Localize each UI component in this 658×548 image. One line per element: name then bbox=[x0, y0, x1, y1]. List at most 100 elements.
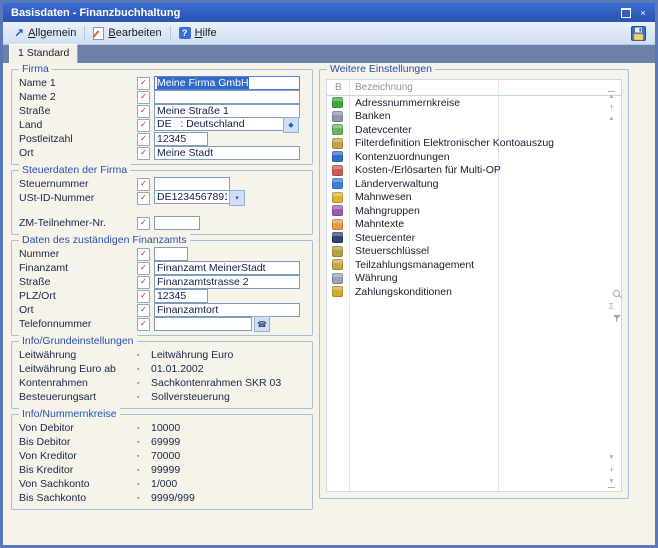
field-check-icon[interactable]: ✓ bbox=[137, 105, 150, 118]
filter-definition-icon bbox=[332, 138, 343, 149]
info-row: Bis Debitor ▪ 69999 bbox=[19, 435, 305, 449]
field-check-icon[interactable]: ✓ bbox=[137, 276, 150, 289]
tab-standard[interactable]: 1 Standard bbox=[9, 44, 78, 63]
info-label: Von Kreditor bbox=[19, 450, 137, 462]
list-item[interactable]: Steuercenter bbox=[327, 231, 621, 245]
tax-center-icon bbox=[332, 232, 343, 243]
list-item[interactable]: Filterdefinition Elektronischer Kontoaus… bbox=[327, 137, 621, 151]
land-input[interactable] bbox=[154, 117, 283, 131]
column-header-b[interactable]: B bbox=[335, 82, 342, 93]
row-down-icon[interactable]: ▼ bbox=[606, 453, 617, 463]
field-check-icon[interactable]: ✓ bbox=[137, 77, 150, 90]
list-item-label: Kontenzuordnungen bbox=[355, 151, 450, 163]
grid-header[interactable]: B Bezeichnung bbox=[327, 80, 621, 96]
field-check-icon[interactable]: ✓ bbox=[137, 304, 150, 317]
list-item[interactable]: Adressnummernkreise bbox=[327, 96, 621, 110]
column-chooser-icon[interactable] bbox=[606, 278, 617, 288]
menu-bearbeiten[interactable]: Bearbeiten bbox=[88, 25, 166, 42]
field-check-icon[interactable]: ✓ bbox=[137, 248, 150, 261]
row-append-icon[interactable]: + bbox=[606, 465, 617, 475]
steuernummer-input[interactable] bbox=[154, 177, 230, 191]
column-header-bezeichnung[interactable]: Bezeichnung bbox=[355, 82, 413, 93]
save-button[interactable] bbox=[627, 24, 649, 43]
ustid-combo[interactable]: ▾ bbox=[154, 190, 245, 206]
fa-nummer-input[interactable] bbox=[154, 247, 188, 261]
search-icon[interactable] bbox=[606, 290, 617, 300]
name2-input[interactable] bbox=[154, 90, 300, 104]
field-check-icon[interactable]: ✓ bbox=[137, 133, 150, 146]
fa-name-input[interactable] bbox=[154, 261, 300, 275]
field-label: ZM-Teilnehmer-Nr. bbox=[19, 217, 137, 229]
info-label: Besteuerungsart bbox=[19, 391, 137, 403]
readonly-bullet-icon: ▪ bbox=[137, 439, 151, 446]
tab-strip: 1 Standard bbox=[3, 45, 655, 63]
field-check-icon[interactable]: ✓ bbox=[137, 262, 150, 275]
postleitzahl-input[interactable] bbox=[154, 132, 208, 146]
info-label: Von Debitor bbox=[19, 422, 137, 434]
telefonnummer-input[interactable] bbox=[154, 317, 252, 331]
list-item[interactable]: Teilzahlungsmanagement bbox=[327, 258, 621, 272]
filter-icon[interactable] bbox=[606, 314, 617, 324]
list-item[interactable]: Banken bbox=[327, 110, 621, 124]
group-weitere-einstellungen: Weitere Einstellungen B Bezeichnung Adre… bbox=[319, 69, 629, 499]
list-item[interactable]: Steuerschlüssel bbox=[327, 245, 621, 259]
list-item-label: Banken bbox=[355, 110, 391, 122]
field-label: Finanzamt bbox=[19, 262, 137, 274]
field-label: Ort bbox=[19, 304, 137, 316]
info-label: Bis Kreditor bbox=[19, 464, 137, 476]
field-check-icon[interactable]: ✓ bbox=[137, 178, 150, 191]
list-item[interactable]: Mahntexte bbox=[327, 218, 621, 232]
dial-button[interactable]: ☎ bbox=[254, 316, 270, 332]
title-bar[interactable]: Basisdaten - Finanzbuchhaltung × bbox=[3, 3, 655, 22]
list-item[interactable]: Länderverwaltung bbox=[327, 177, 621, 191]
list-item[interactable]: Währung bbox=[327, 272, 621, 286]
close-button[interactable]: × bbox=[636, 6, 650, 19]
ustid-dropdown-button[interactable]: ▾ bbox=[229, 190, 245, 206]
ort-input[interactable] bbox=[154, 146, 300, 160]
field-check-icon[interactable]: ✓ bbox=[137, 290, 150, 303]
field-check-icon[interactable]: ✓ bbox=[137, 318, 150, 331]
row-insert-icon[interactable]: + bbox=[606, 102, 617, 112]
summary-icon[interactable]: Σ bbox=[606, 302, 617, 312]
content-area: Firma Name 1 ✓ Meine Firma GmbH Name 2 ✓… bbox=[3, 63, 655, 540]
grid-nav-bottom: ▼ + ▼ bbox=[605, 453, 618, 487]
field-check-icon[interactable]: ✓ bbox=[137, 217, 150, 230]
field-row: ZM-Teilnehmer-Nr. ✓ bbox=[19, 216, 305, 230]
list-item[interactable]: Kosten-/Erlösarten für Multi-OP bbox=[327, 164, 621, 178]
list-item[interactable]: Zahlungskonditionen bbox=[327, 285, 621, 299]
row-up-icon[interactable]: ▲ bbox=[606, 114, 617, 124]
field-check-icon[interactable]: ✓ bbox=[137, 91, 150, 104]
field-check-icon[interactable]: ✓ bbox=[137, 119, 150, 132]
field-label: Nummer bbox=[19, 248, 137, 260]
list-item[interactable]: Mahnwesen bbox=[327, 191, 621, 205]
info-row: Kontenrahmen ▪ Sachkontenrahmen SKR 03 bbox=[19, 376, 305, 390]
restore-button[interactable] bbox=[619, 6, 633, 19]
zm-teilnehmer-input[interactable] bbox=[154, 216, 200, 230]
list-item[interactable]: Kontenzuordnungen bbox=[327, 150, 621, 164]
info-value: Sachkontenrahmen SKR 03 bbox=[151, 377, 281, 389]
fa-strasse-input[interactable] bbox=[154, 275, 300, 289]
country-management-icon bbox=[332, 178, 343, 189]
menu-hilfe[interactable]: ? Hilfe bbox=[174, 25, 222, 41]
menu-allgemein[interactable]: ↗ Allgemein bbox=[9, 25, 81, 41]
address-number-ranges-icon bbox=[332, 97, 343, 108]
land-lookup-button[interactable]: ◆ bbox=[283, 117, 299, 133]
info-row: Bis Sachkonto ▪ 9999/999 bbox=[19, 491, 305, 505]
field-check-icon[interactable]: ✓ bbox=[137, 192, 150, 205]
name1-input[interactable]: Meine Firma GmbH bbox=[154, 76, 300, 90]
list-item[interactable]: Mahngruppen bbox=[327, 204, 621, 218]
list-item[interactable]: Datevcenter bbox=[327, 123, 621, 137]
info-value: 10000 bbox=[151, 422, 180, 434]
land-combo[interactable]: ◆ bbox=[154, 117, 299, 133]
fa-ort-input[interactable] bbox=[154, 303, 300, 317]
strasse-input[interactable] bbox=[154, 104, 300, 118]
field-label: Telefonnummer bbox=[19, 318, 137, 330]
menu-bearbeiten-label: Bearbeiten bbox=[108, 27, 161, 39]
group-grundeinstellungen-title: Info/Grundeinstellungen bbox=[19, 335, 137, 347]
field-check-icon[interactable]: ✓ bbox=[137, 147, 150, 160]
scroll-last-icon[interactable]: ▼ bbox=[606, 477, 617, 487]
scroll-first-icon[interactable]: ▲ bbox=[606, 90, 617, 100]
group-finanzamt-title: Daten des zuständigen Finanzamts bbox=[19, 234, 190, 246]
ustid-input[interactable] bbox=[154, 190, 229, 204]
fa-plzort-input[interactable] bbox=[154, 289, 208, 303]
